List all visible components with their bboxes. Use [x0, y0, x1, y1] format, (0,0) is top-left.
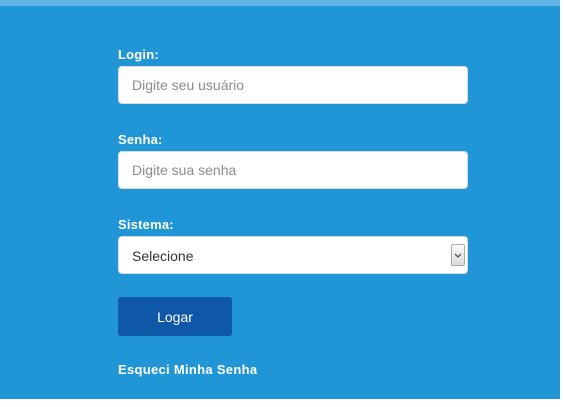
login-input[interactable] [118, 66, 468, 104]
system-select-value: Selecione [132, 248, 194, 264]
system-select[interactable]: Selecione [118, 236, 468, 274]
forgot-password-link[interactable]: Esqueci Minha Senha [118, 362, 257, 377]
chevron-down-icon[interactable] [451, 244, 465, 266]
login-button[interactable]: Logar [118, 297, 232, 336]
panel-top-border [0, 0, 560, 6]
password-input[interactable] [118, 151, 468, 189]
password-label: Senha: [118, 132, 163, 147]
login-panel: Login: Senha: Sistema: Selecione Logar E… [0, 0, 560, 399]
system-label: Sistema: [118, 217, 174, 232]
login-label: Login: [118, 47, 159, 62]
